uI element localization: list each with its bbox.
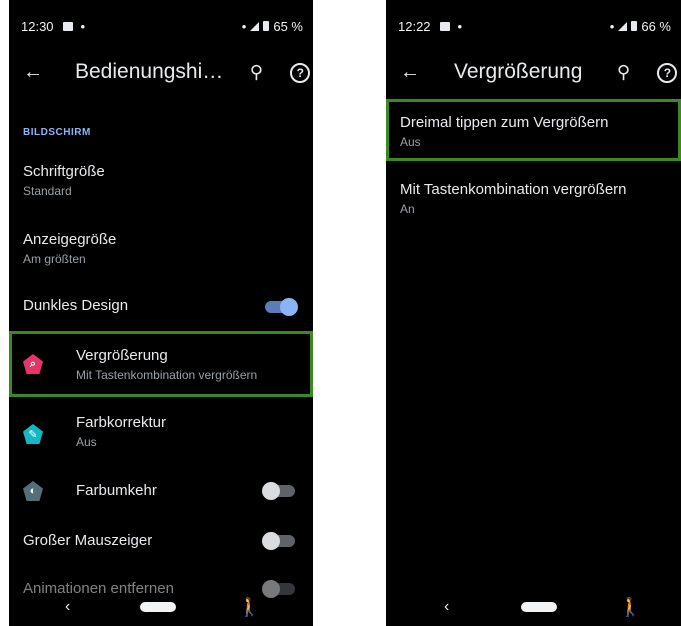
status-time: 12:22 — [398, 18, 431, 34]
nav-back-icon[interactable]: ‹ — [65, 598, 70, 616]
color-inversion-toggle[interactable] — [262, 482, 295, 500]
setting-title: Farbumkehr — [76, 482, 157, 499]
app-bar: ← Vergrößerung ⚲ ? — [386, 52, 681, 92]
search-icon[interactable]: ⚲ — [612, 62, 634, 83]
battery-icon — [631, 21, 638, 31]
page-title: Bedienungshi… — [75, 60, 224, 83]
right-screen: 12:22 • • 66 % ← Vergrößerung ⚲ ? Dreima… — [386, 0, 681, 626]
battery-icon — [263, 21, 270, 31]
setting-title: Mit Tastenkombination vergrößern — [400, 181, 627, 198]
setting-subtitle: Am größten — [23, 252, 86, 266]
dot-icon: • — [609, 18, 615, 34]
setting-title: Anzeigegröße — [23, 231, 117, 248]
page-title: Vergrößerung — [454, 60, 583, 83]
pencil-icon: ✎ — [23, 424, 43, 444]
notification-dot-icon: • — [457, 18, 463, 34]
status-time: 12:30 — [21, 18, 54, 34]
navigation-bar: ‹ 🚶 — [9, 592, 313, 622]
image-notification-icon — [439, 21, 450, 31]
setting-subtitle: Standard — [23, 184, 72, 198]
setting-title: Dunkles Design — [23, 297, 129, 314]
highlight-box — [9, 331, 313, 397]
back-arrow-icon[interactable]: ← — [23, 61, 43, 84]
app-bar: ← Bedienungshi… ⚲ ? — [9, 52, 313, 92]
highlight-box — [386, 99, 681, 161]
setting-title: Schriftgröße — [23, 163, 105, 180]
battery-level: 66 % — [641, 18, 671, 34]
help-icon[interactable]: ? — [656, 61, 678, 83]
nav-home-pill[interactable] — [140, 602, 177, 612]
notification-dot-icon: • — [80, 18, 86, 34]
setting-large-pointer[interactable]: Großer Mauszeiger — [9, 524, 313, 558]
back-arrow-icon[interactable]: ← — [400, 61, 420, 84]
image-notification-icon — [62, 21, 73, 31]
section-header: BILDSCHIRM — [23, 127, 91, 138]
setting-subtitle: An — [400, 202, 415, 216]
navigation-bar: ‹ 🚶 — [386, 592, 681, 622]
nav-home-pill[interactable] — [521, 602, 558, 612]
large-pointer-toggle[interactable] — [262, 532, 295, 550]
setting-title: Großer Mauszeiger — [23, 532, 153, 549]
dot-icon: • — [241, 18, 247, 34]
setting-font-size[interactable]: Schriftgröße Standard — [9, 158, 313, 204]
setting-dark-theme[interactable]: Dunkles Design — [9, 290, 313, 322]
signal-icon — [250, 21, 260, 31]
help-icon[interactable]: ? — [289, 61, 311, 83]
status-bar: 12:30 • • 65 % — [9, 0, 313, 52]
accessibility-icon[interactable]: 🚶 — [619, 597, 641, 618]
setting-display-size[interactable]: Anzeigegröße Am größten — [9, 226, 313, 272]
accessibility-icon[interactable]: 🚶 — [238, 597, 260, 618]
setting-title: Farbkorrektur — [76, 414, 167, 431]
setting-subtitle: Aus — [76, 435, 97, 449]
battery-level: 65 % — [273, 18, 303, 34]
signal-icon — [618, 21, 628, 31]
left-screen: 12:30 • • 65 % ← Bedienungshi… ⚲ ? BILDS… — [9, 0, 313, 626]
invert-icon: ◐ — [23, 481, 43, 501]
search-icon[interactable]: ⚲ — [245, 62, 267, 83]
setting-color-correction[interactable]: ✎ Farbkorrektur Aus — [9, 406, 313, 456]
dark-theme-toggle[interactable] — [265, 298, 298, 316]
setting-shortcut-magnify[interactable]: Mit Tastenkombination vergrößern An — [386, 172, 681, 222]
nav-back-icon[interactable]: ‹ — [444, 598, 449, 616]
setting-color-inversion[interactable]: ◐ Farbumkehr — [9, 474, 313, 508]
status-bar: 12:22 • • 66 % — [386, 0, 681, 52]
